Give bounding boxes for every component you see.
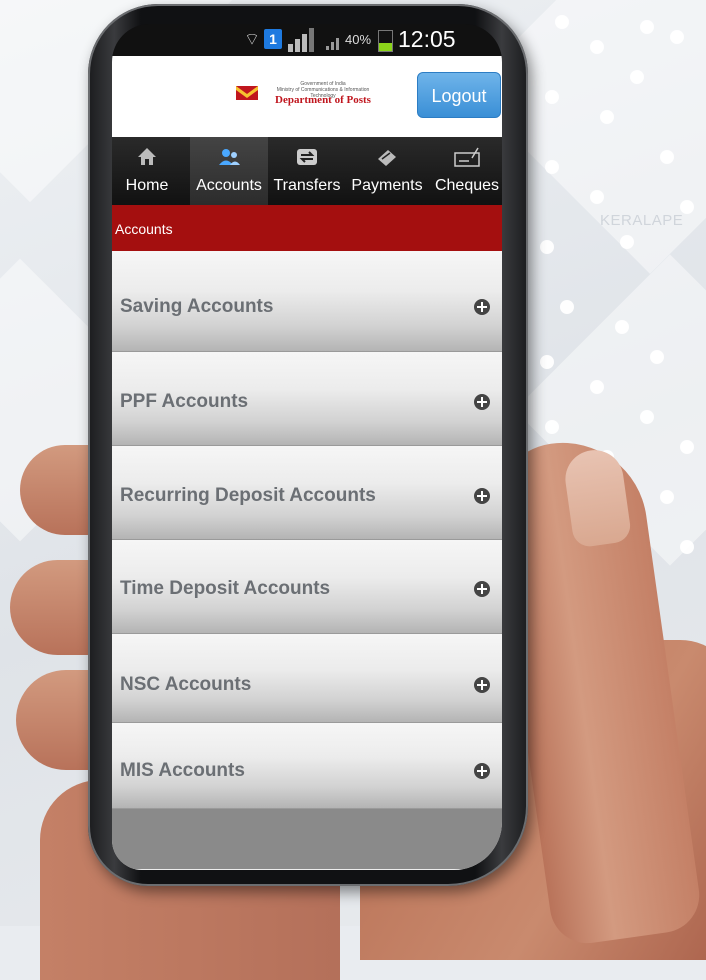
logo-title: Department of Posts bbox=[275, 94, 371, 106]
accordion-time-deposit-accounts[interactable]: Time Deposit Accounts bbox=[112, 540, 502, 634]
accordion-label: MIS Accounts bbox=[120, 760, 245, 781]
accounts-list: Saving Accounts PPF Accounts Recurring D… bbox=[112, 251, 502, 870]
expand-plus-icon[interactable] bbox=[474, 763, 490, 779]
expand-plus-icon[interactable] bbox=[474, 299, 490, 315]
department-of-posts-logo: Government of India Ministry of Communic… bbox=[236, 80, 384, 110]
transfer-icon bbox=[297, 149, 317, 165]
accordion-recurring-deposit-accounts[interactable]: Recurring Deposit Accounts bbox=[112, 446, 502, 540]
breadcrumb: Accounts bbox=[112, 205, 502, 251]
expand-plus-icon[interactable] bbox=[474, 394, 490, 410]
home-icon bbox=[138, 148, 156, 165]
battery-percent: 40% bbox=[345, 32, 372, 47]
nav-label: Transfers bbox=[273, 177, 341, 194]
status-bar: ⌔ 1 40% 12:05 bbox=[112, 24, 502, 56]
status-time: 12:05 bbox=[398, 26, 456, 52]
logout-button[interactable]: Logout bbox=[417, 72, 501, 118]
expand-plus-icon[interactable] bbox=[474, 488, 490, 504]
nav-label: Payments bbox=[351, 177, 423, 194]
main-nav: Home Accounts Transfers Payments Cheques bbox=[112, 137, 502, 205]
signal-secondary-icon bbox=[326, 34, 342, 50]
nav-home[interactable]: Home bbox=[112, 137, 182, 205]
accordion-nsc-accounts[interactable]: NSC Accounts bbox=[112, 634, 502, 723]
phone-screen: ⌔ 1 40% 12:05 Government of India Minist… bbox=[112, 24, 502, 870]
nav-transfers[interactable]: Transfers bbox=[268, 137, 346, 205]
accordion-ppf-accounts[interactable]: PPF Accounts bbox=[112, 352, 502, 446]
nav-label: Home bbox=[125, 177, 169, 194]
accordion-saving-accounts[interactable]: Saving Accounts bbox=[112, 251, 502, 352]
accordion-label: Recurring Deposit Accounts bbox=[120, 485, 376, 506]
accordion-mis-accounts[interactable]: MIS Accounts bbox=[112, 723, 502, 809]
app-header: Government of India Ministry of Communic… bbox=[112, 56, 502, 137]
cheque-icon bbox=[454, 147, 480, 167]
nav-cheques[interactable]: Cheques bbox=[432, 137, 502, 205]
accordion-label: Time Deposit Accounts bbox=[120, 578, 331, 599]
footer-bar bbox=[112, 809, 502, 869]
nav-label: Accounts bbox=[196, 177, 262, 194]
accordion-label: NSC Accounts bbox=[120, 674, 252, 695]
users-icon bbox=[219, 149, 240, 165]
wifi-icon: ⌔ bbox=[244, 30, 260, 49]
expand-plus-icon[interactable] bbox=[474, 581, 490, 597]
accordion-label: Saving Accounts bbox=[120, 296, 274, 317]
payment-icon bbox=[378, 150, 396, 166]
breadcrumb-current: Accounts bbox=[115, 221, 173, 237]
signal-icon bbox=[288, 28, 318, 52]
watermark-text: KERALAPE bbox=[600, 212, 684, 229]
notification-badge: 1 bbox=[264, 29, 282, 49]
expand-plus-icon[interactable] bbox=[474, 677, 490, 693]
accordion-label: PPF Accounts bbox=[120, 391, 249, 412]
nav-label: Cheques bbox=[434, 177, 500, 194]
nav-payments[interactable]: Payments bbox=[348, 137, 426, 205]
nav-accounts[interactable]: Accounts bbox=[190, 137, 268, 205]
postal-logo-icon bbox=[236, 86, 258, 100]
battery-icon bbox=[378, 30, 393, 52]
